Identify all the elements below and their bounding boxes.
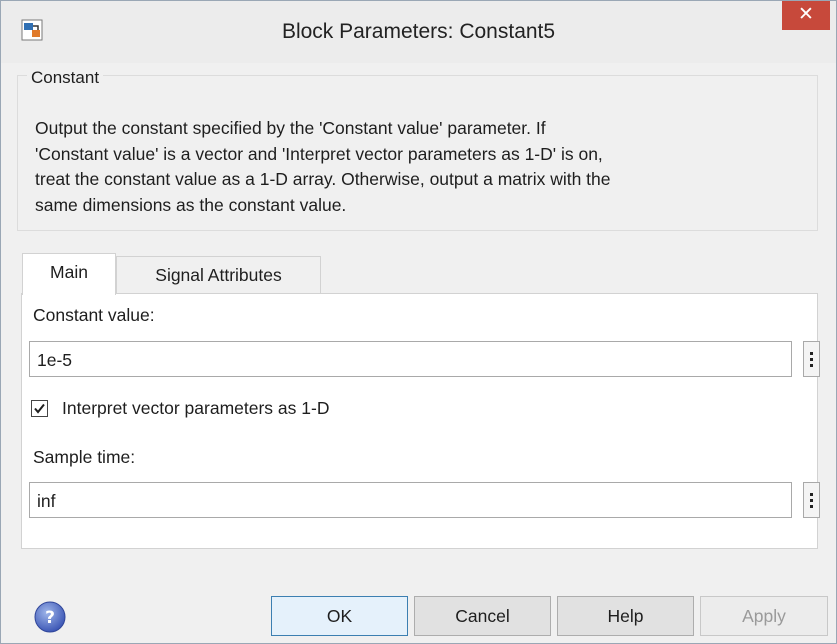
constant-value-input[interactable]: 1e-5	[29, 341, 792, 377]
dialog-title: Block Parameters: Constant5	[281, 20, 556, 43]
group-title: Constant	[27, 68, 104, 88]
constant-value-label: Constant value:	[33, 305, 155, 325]
ok-button[interactable]: OK	[271, 596, 408, 636]
apply-button[interactable]: Apply	[700, 596, 828, 636]
description-line: treat the constant value as a 1-D array.…	[35, 169, 611, 189]
svg-text:?: ?	[45, 608, 55, 628]
block-parameters-dialog: Block Parameters: Constant5 ✕ Constant O…	[0, 0, 837, 644]
checkmark-icon	[34, 403, 45, 414]
interpret-vector-label[interactable]: Interpret vector parameters as 1-D	[62, 398, 329, 419]
tab-main[interactable]: Main	[22, 253, 116, 295]
description-line: Output the constant specified by the 'Co…	[35, 118, 546, 138]
close-button[interactable]: ✕	[782, 1, 830, 30]
cancel-button[interactable]: Cancel	[414, 596, 551, 636]
tab-signal-attributes[interactable]: Signal Attributes	[116, 256, 321, 294]
description-line: same dimensions as the constant value.	[35, 194, 347, 215]
description-line: 'Constant value' is a vector and 'Interp…	[35, 143, 603, 164]
interpret-vector-checkbox[interactable]	[31, 400, 48, 417]
help-circle-icon[interactable]: ?	[33, 600, 67, 634]
close-icon: ✕	[798, 4, 814, 25]
sample-time-input[interactable]: inf	[29, 482, 792, 518]
constant-value-more-button[interactable]	[803, 341, 820, 377]
block-description: Output the constant specified by the 'Co…	[35, 116, 810, 218]
sample-time-more-button[interactable]	[803, 482, 820, 518]
title-bar: Block Parameters: Constant5 ✕	[1, 1, 836, 63]
sample-time-label: Sample time:	[33, 447, 136, 467]
help-button[interactable]: Help	[557, 596, 694, 636]
